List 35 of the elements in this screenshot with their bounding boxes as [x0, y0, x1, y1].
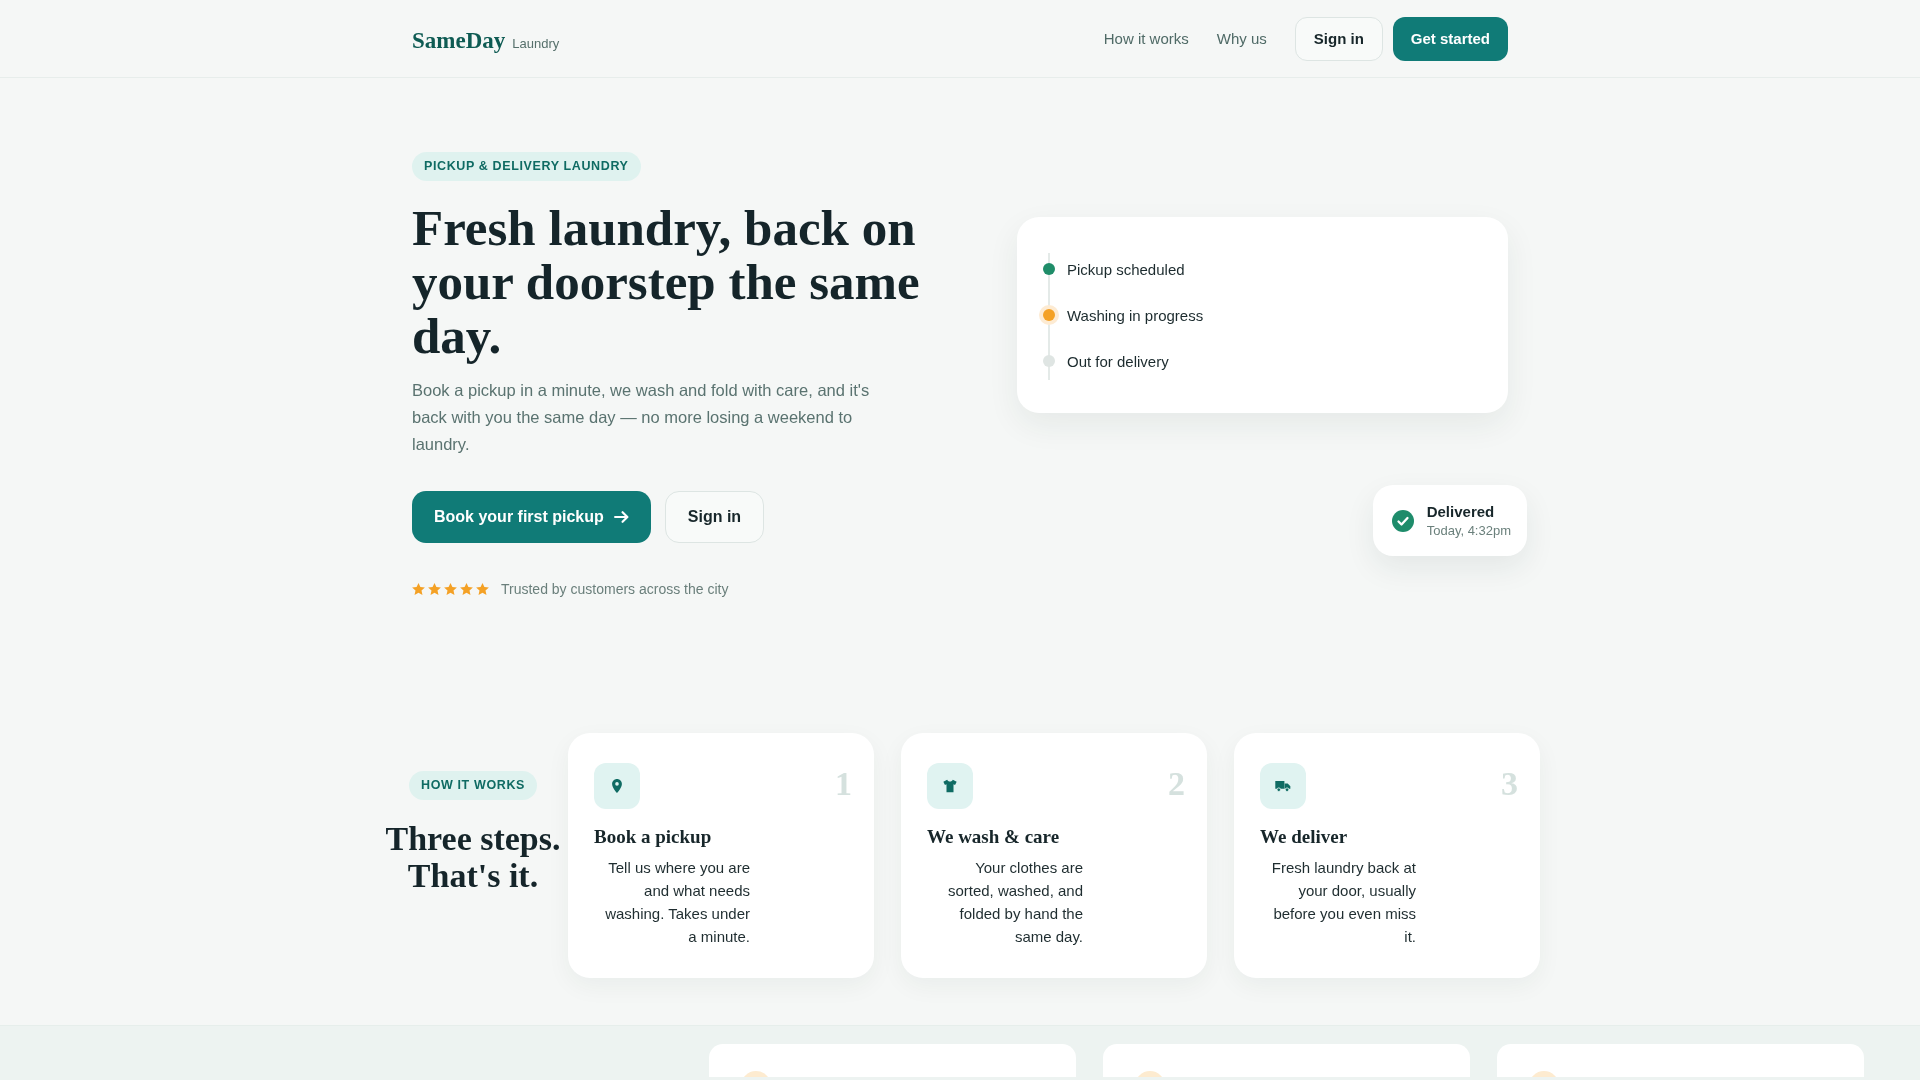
star-icon [460, 583, 473, 595]
hero-headline: Fresh laundry, back on your doorstep the same day. [412, 201, 921, 363]
toast-time: Today, 4:32pm [1426, 523, 1511, 538]
status-step-label: Washing in progress [1067, 306, 1204, 324]
step-title: We deliver [1260, 826, 1349, 848]
status-step-label: Pickup scheduled [1067, 260, 1185, 278]
step-title: Book a pickup [594, 826, 713, 848]
nav-link[interactable]: How it works [1103, 30, 1189, 47]
check-circle-icon [1391, 509, 1414, 532]
star-icon [444, 583, 457, 595]
arrow-right-icon [613, 511, 629, 523]
status-step-label: Out for delivery [1067, 352, 1169, 370]
section-heading: Three steps. That's it. [384, 820, 562, 895]
t-shirt-icon [927, 763, 973, 809]
sign-in-button[interactable]: Sign in [1294, 16, 1383, 61]
hero-description: Book a pickup in a minute, we wash and fold with care, and it's back with you the same day — no more losing a weekend to laundry. [412, 380, 871, 455]
star-icon [476, 583, 489, 595]
book-pickup-button[interactable]: Book your first pickup [412, 491, 651, 543]
get-started-button[interactable]: Get started [1392, 16, 1508, 61]
map-pin-icon [594, 763, 640, 809]
step-description: Tell us where you are and what needs washing. Takes under a minute. [604, 858, 750, 947]
trust-text: Trusted by customers across the city [501, 581, 729, 597]
section-badge: HOW IT WORKS [409, 771, 537, 800]
step-description: Fresh laundry back at your door, usually before you even miss it. [1270, 858, 1416, 947]
step-title: We wash & care [927, 826, 1061, 848]
star-icon [412, 583, 425, 595]
toast-title: Delivered [1426, 503, 1496, 520]
nav-link[interactable]: Why us [1216, 30, 1267, 47]
category-badge: PICKUP & DELIVERY LAUNDRY [412, 152, 641, 181]
truck-icon [1260, 763, 1306, 809]
step-description: Your clothes are sorted, washed, and folded by hand the same day. [946, 858, 1083, 947]
sign-in-button[interactable]: Sign in [664, 491, 765, 543]
brand-name[interactable]: SameDay [412, 27, 506, 54]
star-icon [428, 583, 441, 595]
brand-tagline: Laundry [512, 35, 560, 51]
